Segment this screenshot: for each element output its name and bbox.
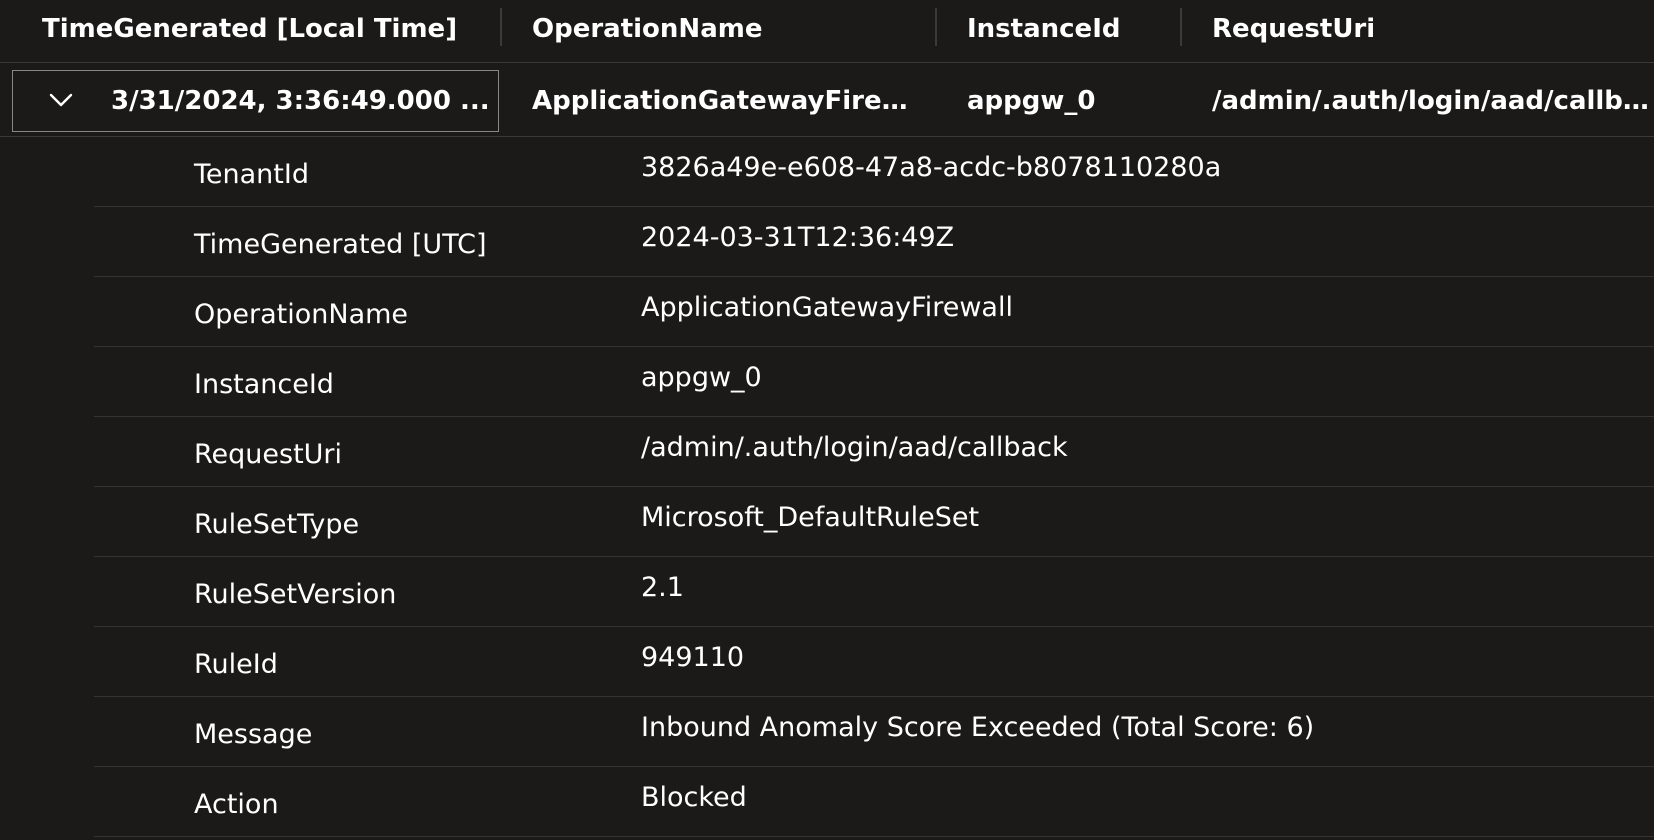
results-grid: TimeGenerated [Local Time] OperationName… (0, 0, 1654, 840)
row-details: TenantId 3826a49e-e608-47a8-acdc-b807811… (0, 137, 1654, 837)
cell-instanceid[interactable]: appgw_0 (967, 70, 1177, 132)
grid-header: TimeGenerated [Local Time] OperationName… (0, 0, 1654, 63)
detail-value[interactable]: /admin/.auth/login/aad/callback (641, 417, 1068, 487)
detail-row-rulesettype: RuleSetType Microsoft_DefaultRuleSet (0, 487, 1654, 557)
detail-row-rulesetversion: RuleSetVersion 2.1 (0, 557, 1654, 627)
column-header-timegenerated[interactable]: TimeGenerated [Local Time] (42, 0, 492, 62)
detail-value[interactable]: 949110 (641, 627, 744, 697)
detail-value[interactable]: 3826a49e-e608-47a8-acdc-b8078110280a (641, 137, 1221, 207)
detail-key: RuleSetVersion (194, 579, 397, 610)
detail-row-instanceid: InstanceId appgw_0 (0, 347, 1654, 417)
column-header-instanceid[interactable]: InstanceId (967, 0, 1177, 62)
detail-value[interactable]: 2.1 (641, 557, 684, 627)
column-resize-handle[interactable] (500, 8, 502, 46)
column-header-requesturi[interactable]: RequestUri (1212, 0, 1642, 62)
column-resize-handle[interactable] (1180, 8, 1182, 46)
cell-timegenerated[interactable]: 3/31/2024, 3:36:49.000 ... (111, 70, 491, 132)
detail-row-requesturi: RequestUri /admin/.auth/login/aad/callba… (0, 417, 1654, 487)
detail-key: TenantId (194, 159, 309, 190)
detail-value[interactable]: ApplicationGatewayFirewall (641, 277, 1013, 347)
column-header-operationname[interactable]: OperationName (532, 0, 932, 62)
detail-key: RequestUri (194, 439, 343, 470)
cell-requesturi[interactable]: /admin/.auth/login/aad/callba... (1212, 70, 1654, 132)
detail-value[interactable]: Microsoft_DefaultRuleSet (641, 487, 979, 557)
column-resize-handle[interactable] (935, 8, 937, 46)
detail-value[interactable]: 2024-03-31T12:36:49Z (641, 207, 954, 277)
detail-row-tenantid: TenantId 3826a49e-e608-47a8-acdc-b807811… (0, 137, 1654, 207)
detail-value[interactable]: Blocked (641, 767, 747, 837)
cell-operationname[interactable]: ApplicationGatewayFirew... (532, 70, 912, 132)
detail-key: TimeGenerated [UTC] (194, 229, 487, 260)
detail-key: OperationName (194, 299, 409, 330)
detail-row-message: Message Inbound Anomaly Score Exceeded (… (0, 697, 1654, 767)
detail-row-action: Action Blocked (0, 767, 1654, 837)
detail-key: Message (194, 719, 313, 750)
detail-row-ruleid: RuleId 949110 (0, 627, 1654, 697)
detail-key: RuleId (194, 649, 278, 680)
detail-key: Action (194, 789, 279, 820)
detail-key: RuleSetType (194, 509, 360, 540)
chevron-down-icon[interactable] (48, 90, 74, 110)
detail-value[interactable]: Inbound Anomaly Score Exceeded (Total Sc… (641, 697, 1314, 767)
table-row[interactable]: 3/31/2024, 3:36:49.000 ... ApplicationGa… (0, 66, 1654, 137)
detail-key: InstanceId (194, 369, 334, 400)
detail-row-timegenerated-utc: TimeGenerated [UTC] 2024-03-31T12:36:49Z (0, 207, 1654, 277)
detail-value[interactable]: appgw_0 (641, 347, 762, 417)
detail-row-operationname: OperationName ApplicationGatewayFirewall (0, 277, 1654, 347)
